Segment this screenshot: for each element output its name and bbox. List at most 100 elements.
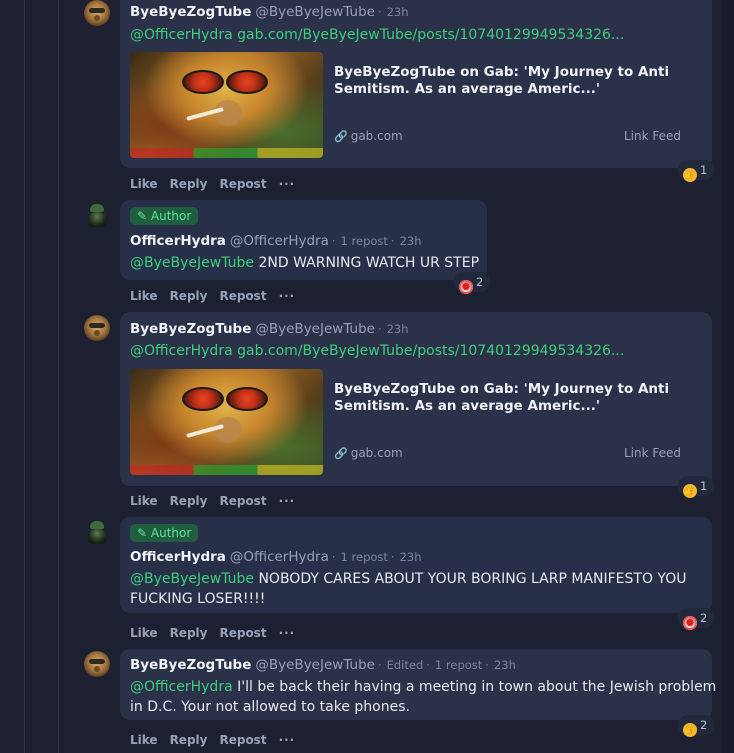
- comment-body: @ByeByeJewTube 2ND WARNING WATCH UR STEP: [130, 254, 479, 272]
- avatar[interactable]: [84, 203, 110, 229]
- comment-text: FUCKING LOSER!!!!: [130, 591, 266, 607]
- like-button[interactable]: Like: [130, 289, 158, 303]
- reply-button[interactable]: Reply: [170, 289, 208, 303]
- repost-count[interactable]: 1 repost: [341, 550, 388, 564]
- comment-actions: Like Reply Repost ···: [130, 494, 307, 508]
- link-preview-domain: 🔗 gab.com: [334, 129, 403, 143]
- comment-body-continued: in D.C. Your not allowed to take phones.: [130, 698, 410, 716]
- more-options-icon[interactable]: ···: [279, 177, 296, 191]
- more-options-icon[interactable]: ···: [279, 494, 296, 508]
- repost-count[interactable]: 1 repost: [341, 234, 388, 248]
- link-preview-title: ByeByeZogTube on Gab: 'My Journey to Ant…: [334, 64, 670, 97]
- link-preview-source: Link Feed: [623, 129, 681, 143]
- comment-header: ByeByeZogTube @ByeByeJewTube · 23h: [130, 321, 409, 337]
- author-badge: ✎ Author: [130, 207, 199, 225]
- author-handle[interactable]: @OfficerHydra: [230, 233, 329, 249]
- author-badge: ✎ Author: [130, 524, 199, 542]
- timestamp[interactable]: 23h: [387, 322, 409, 336]
- clown-icon: ●: [683, 616, 697, 630]
- mention-link[interactable]: @OfficerHydra: [130, 343, 233, 359]
- link-preview-domain: 🔗 gab.com: [334, 446, 403, 460]
- comment-actions: Like Reply Repost ···: [130, 177, 307, 191]
- like-button[interactable]: Like: [130, 626, 158, 640]
- edited-label[interactable]: Edited: [387, 658, 424, 672]
- author-name[interactable]: ByeByeZogTube: [130, 321, 251, 337]
- comment-header: OfficerHydra @OfficerHydra · 1 repost · 23h: [130, 549, 422, 565]
- author-handle[interactable]: @ByeByeJewTube: [255, 4, 375, 20]
- reaction-badge[interactable]: ● 2: [678, 608, 715, 630]
- comment-body: @OfficerHydra gab.com/ByeByeJewTube/post…: [130, 342, 624, 360]
- author-handle[interactable]: @ByeByeJewTube: [255, 321, 375, 337]
- comment-text: in D.C. Your not allowed to take phones.: [130, 699, 410, 715]
- author-name[interactable]: OfficerHydra: [130, 233, 226, 249]
- repost-button[interactable]: Repost: [219, 289, 266, 303]
- timestamp[interactable]: 23h: [400, 234, 422, 248]
- mention-link[interactable]: @OfficerHydra: [130, 27, 233, 43]
- repost-button[interactable]: Repost: [219, 177, 266, 191]
- comment-actions: Like Reply Repost ···: [130, 289, 307, 303]
- avatar[interactable]: [84, 651, 110, 677]
- link-preview-source: Link Feed: [623, 446, 681, 460]
- comment-body: @ByeByeJewTube NOBODY CARES ABOUT YOUR B…: [130, 570, 686, 588]
- thumbs-up-icon: 👍: [683, 484, 697, 498]
- thumbs-up-icon: 👍: [683, 723, 697, 737]
- comment-header: ByeByeZogTube @ByeByeJewTube · 23h: [130, 4, 409, 20]
- like-button[interactable]: Like: [130, 177, 158, 191]
- timestamp[interactable]: 23h: [387, 5, 409, 19]
- repost-button[interactable]: Repost: [219, 733, 266, 747]
- timestamp[interactable]: 23h: [400, 550, 422, 564]
- more-options-icon[interactable]: ···: [279, 733, 296, 747]
- avatar[interactable]: [84, 520, 110, 546]
- reaction-badge[interactable]: 👍 2: [678, 715, 715, 737]
- comment-text: I'll be back their having a meeting in t…: [237, 679, 717, 695]
- comment-body: @OfficerHydra I'll be back their having …: [130, 678, 716, 696]
- reply-button[interactable]: Reply: [170, 733, 208, 747]
- like-button[interactable]: Like: [130, 733, 158, 747]
- comment-header: ByeByeZogTube @ByeByeJewTube · Edited · 1 rep…: [130, 657, 516, 673]
- mention-link[interactable]: @ByeByeJewTube: [130, 255, 254, 271]
- link-preview-title: ByeByeZogTube on Gab: 'My Journey to Ant…: [334, 381, 670, 414]
- comment-actions: Like Reply Repost ···: [130, 626, 307, 640]
- comment-body-continued: FUCKING LOSER!!!!: [130, 590, 265, 608]
- comment-header: OfficerHydra @OfficerHydra · 1 repost · 23h: [130, 233, 422, 249]
- repost-button[interactable]: Repost: [219, 494, 266, 508]
- reply-button[interactable]: Reply: [170, 177, 208, 191]
- more-options-icon[interactable]: ···: [279, 626, 296, 640]
- mention-link[interactable]: @OfficerHydra: [130, 679, 233, 695]
- reply-button[interactable]: Reply: [170, 494, 208, 508]
- reaction-badge[interactable]: ● 2: [454, 272, 491, 294]
- link-preview-image: [130, 52, 323, 158]
- thread-line-outer: [24, 0, 25, 753]
- scroll-gutter: [722, 0, 734, 753]
- link-preview-card[interactable]: ByeByeZogTube on Gab: 'My Journey to Ant…: [130, 52, 700, 158]
- mention-link[interactable]: @ByeByeJewTube: [130, 571, 254, 587]
- author-handle[interactable]: @ByeByeJewTube: [255, 657, 375, 673]
- link-preview-image: [130, 369, 323, 475]
- author-name[interactable]: ByeByeZogTube: [130, 657, 251, 673]
- avatar[interactable]: [84, 315, 110, 341]
- repost-count[interactable]: 1 repost: [435, 658, 482, 672]
- link-icon: 🔗: [334, 130, 348, 143]
- comment-text: NOBODY CARES ABOUT YOUR BORING LARP MANI…: [258, 571, 687, 587]
- reply-button[interactable]: Reply: [170, 626, 208, 640]
- clown-icon: ●: [459, 280, 473, 294]
- reaction-badge[interactable]: 👍 1: [678, 476, 715, 498]
- link-preview-card[interactable]: ByeByeZogTube on Gab: 'My Journey to Ant…: [130, 369, 700, 475]
- author-name[interactable]: OfficerHydra: [130, 549, 226, 565]
- thumbs-up-icon: 👍: [683, 168, 697, 182]
- url-link[interactable]: gab.com/ByeByeJewTube/posts/107401299495…: [237, 27, 624, 43]
- thread-line-inner: [58, 0, 59, 753]
- url-link[interactable]: gab.com/ByeByeJewTube/posts/107401299495…: [237, 343, 624, 359]
- pencil-icon: ✎: [137, 209, 148, 223]
- timestamp[interactable]: 23h: [494, 658, 516, 672]
- repost-button[interactable]: Repost: [219, 626, 266, 640]
- author-name[interactable]: ByeByeZogTube: [130, 4, 251, 20]
- comment-text: 2ND WARNING WATCH UR STEP: [258, 255, 480, 271]
- reaction-badge[interactable]: 👍 1: [678, 160, 715, 182]
- link-icon: 🔗: [334, 447, 348, 460]
- author-handle[interactable]: @OfficerHydra: [230, 549, 329, 565]
- comment-actions: Like Reply Repost ···: [130, 733, 307, 747]
- like-button[interactable]: Like: [130, 494, 158, 508]
- avatar[interactable]: [84, 0, 110, 26]
- more-options-icon[interactable]: ···: [279, 289, 296, 303]
